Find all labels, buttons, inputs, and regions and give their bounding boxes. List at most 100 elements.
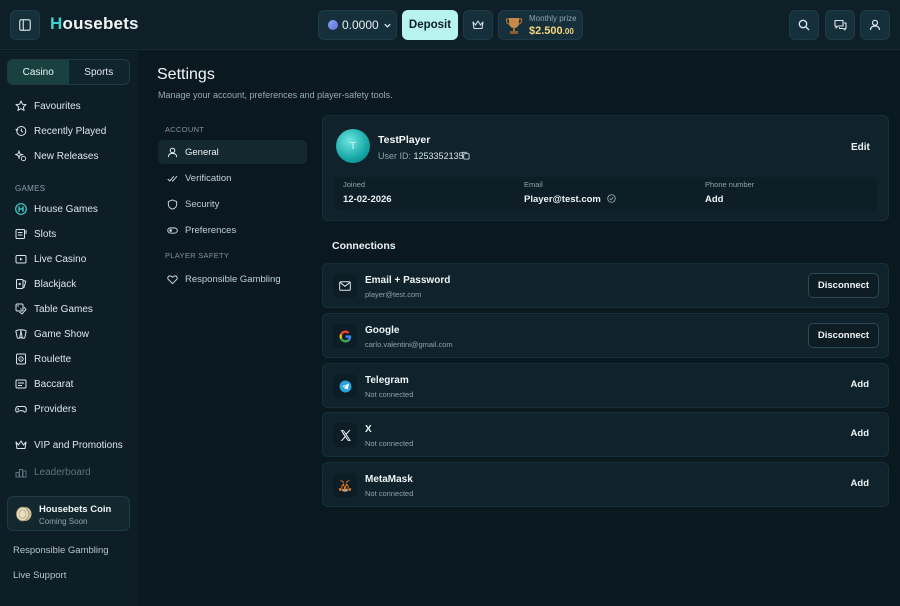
telegram-icon — [333, 374, 357, 398]
edit-profile-button[interactable]: Edit — [851, 142, 870, 153]
sidebar-item-house-games[interactable]: House Games — [15, 201, 98, 217]
google-icon — [333, 324, 357, 348]
logo[interactable]: Housebets — [50, 14, 139, 34]
profile-card: T TestPlayer User ID: 1253352135 Edit Jo… — [322, 115, 889, 221]
chat-icon — [833, 19, 847, 31]
chat-button[interactable] — [825, 10, 855, 40]
balance-value: 0.0000 — [342, 18, 379, 32]
monthly-prize-widget[interactable]: Monthly prize $2.500.00 — [498, 10, 583, 40]
connection-telegram: Telegram Not connected Add — [322, 363, 889, 408]
deposit-button[interactable]: Deposit — [402, 10, 458, 40]
connection-email-password: Email + Password player@test.com Disconn… — [322, 263, 889, 308]
sidebar-link-responsible-gambling[interactable]: Responsible Gambling — [13, 545, 109, 556]
settings-tab-general[interactable]: General — [158, 140, 307, 164]
leaderboard-icon — [15, 469, 27, 478]
sidebar-link-live-support[interactable]: Live Support — [13, 570, 66, 581]
vip-button[interactable] — [463, 10, 493, 40]
sidebar-item-game-show[interactable]: Game Show — [15, 326, 89, 342]
joined-label: Joined — [343, 180, 366, 189]
sidebar-item-providers[interactable]: Providers — [15, 401, 76, 417]
sidebar-item-label: Leaderboard — [34, 466, 91, 478]
add-metamask-button[interactable]: Add — [851, 478, 869, 489]
prize-value: $2.500.00 — [529, 25, 574, 37]
verified-icon — [606, 194, 616, 203]
sidebar-item-vip-promotions[interactable]: VIP and Promotions — [15, 437, 123, 453]
coin-card-title: Housebets Coin — [39, 504, 112, 515]
avatar[interactable]: T — [336, 129, 370, 163]
crown-icon — [15, 440, 27, 449]
sidebar-toggle-icon — [19, 19, 31, 31]
connection-name: MetaMask — [365, 474, 413, 485]
sidebar-item-new-releases[interactable]: New Releases — [15, 148, 98, 164]
roulette-icon — [16, 353, 26, 365]
check-double-icon — [167, 175, 178, 182]
coin-card-subtitle: Coming Soon — [39, 517, 88, 526]
sidebar-item-recently-played[interactable]: Recently Played — [15, 123, 106, 139]
page-subtitle: Manage your account, preferences and pla… — [158, 90, 393, 100]
sidebar-item-label: Roulette — [34, 353, 72, 365]
crown-icon — [472, 20, 484, 30]
sidebar-item-baccarat[interactable]: Baccarat — [15, 376, 73, 392]
logo-letter: H — [50, 14, 63, 33]
connection-name: Google — [365, 325, 400, 336]
sidebar-item-favourites[interactable]: Favourites — [15, 98, 81, 114]
sidebar-item-table-games[interactable]: Table Games — [15, 301, 93, 317]
heart-shield-icon — [167, 274, 178, 284]
sparkle-icon — [15, 150, 27, 162]
settings-tab-responsible-gambling[interactable]: Responsible Gambling — [158, 267, 307, 291]
table-games-icon — [15, 303, 27, 315]
settings-tab-label: Security — [185, 198, 220, 210]
tab-casino[interactable]: Casino — [8, 60, 69, 84]
settings-tab-verification[interactable]: Verification — [158, 166, 307, 190]
sidebar-item-blackjack[interactable]: Blackjack — [15, 276, 76, 292]
add-x-button[interactable]: Add — [851, 428, 869, 439]
connection-name: X — [365, 424, 372, 435]
settings-tab-security[interactable]: Security — [158, 192, 307, 216]
star-icon — [15, 100, 27, 111]
sidebar-item-label: House Games — [34, 203, 98, 215]
connections-heading: Connections — [332, 240, 396, 252]
disconnect-google-button[interactable]: Disconnect — [808, 323, 879, 348]
prize-value-main: $2.500 — [529, 25, 563, 37]
search-button[interactable] — [789, 10, 819, 40]
sidebar-item-label: Recently Played — [34, 125, 107, 137]
top-bar: Housebets 0.0000 Deposit Monthly prize $… — [0, 0, 900, 50]
slots-icon — [15, 229, 27, 239]
mail-icon — [333, 274, 357, 298]
settings-tab-label: Verification — [185, 172, 232, 184]
metamask-icon — [333, 473, 357, 497]
user-id: User ID: 1253352135 — [378, 151, 464, 161]
sidebar-item-label: Baccarat — [34, 378, 74, 390]
settings-tab-preferences[interactable]: Preferences — [158, 218, 307, 242]
connection-metamask: MetaMask Not connected Add — [322, 462, 889, 507]
player-safety-section-heading: PLAYER SAFETY — [165, 251, 230, 260]
profile-name: TestPlayer — [378, 134, 431, 146]
tab-sports[interactable]: Sports — [69, 60, 130, 84]
sidebar-item-leaderboard[interactable]: Leaderboard — [15, 464, 91, 480]
connection-name: Telegram — [365, 375, 409, 386]
settings-tab-label: Preferences — [185, 224, 237, 236]
email-label: Email — [524, 180, 543, 189]
sidebar-item-live-casino[interactable]: Live Casino — [15, 251, 86, 267]
balance-selector[interactable]: 0.0000 — [318, 10, 397, 40]
copy-icon[interactable] — [461, 151, 470, 160]
settings-tab-label: General — [185, 146, 219, 158]
profile-button[interactable] — [860, 10, 890, 40]
disconnect-email-button[interactable]: Disconnect — [808, 273, 879, 298]
add-telegram-button[interactable]: Add — [851, 379, 869, 390]
housebets-coin-card[interactable]: Housebets Coin Coming Soon — [7, 496, 130, 531]
sidebar-item-slots[interactable]: Slots — [15, 226, 56, 242]
game-show-icon — [15, 329, 27, 339]
connection-detail: Not connected — [365, 439, 414, 448]
prize-value-cents: .00 — [562, 27, 574, 36]
product-switch: Casino Sports — [7, 59, 130, 85]
sidebar-toggle-button[interactable] — [10, 10, 40, 40]
history-icon — [15, 126, 27, 136]
user-icon — [167, 147, 178, 157]
games-section-heading: GAMES — [15, 184, 46, 193]
sidebar-item-roulette[interactable]: Roulette — [15, 351, 71, 367]
user-icon — [869, 19, 881, 31]
add-phone-button[interactable]: Add — [705, 194, 723, 205]
sidebar-item-label: Table Games — [34, 303, 93, 315]
chevron-down-icon — [384, 23, 391, 28]
